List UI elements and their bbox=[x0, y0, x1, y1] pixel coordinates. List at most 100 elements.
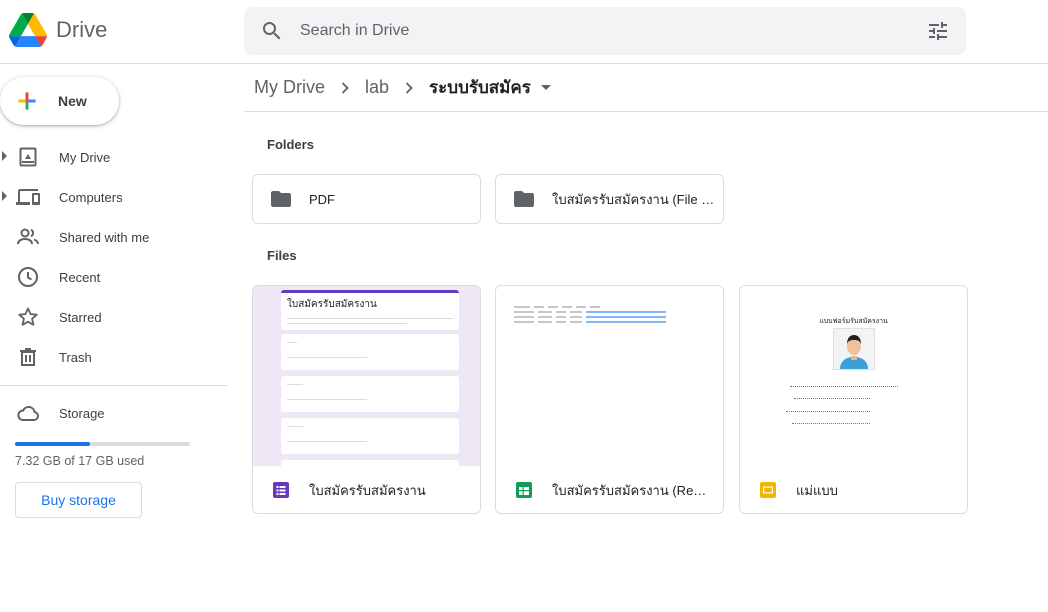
sheet-preview-cell bbox=[570, 321, 582, 323]
sidebar-item-trash[interactable]: Trash bbox=[0, 337, 228, 377]
file-footer: ใบสมัครรับสมัครงาน bbox=[253, 466, 480, 513]
folder-icon bbox=[271, 191, 291, 207]
file-thumbnail: แบบฟอร์มรับสมัครงาน bbox=[740, 286, 967, 466]
sheet-preview-cell bbox=[576, 306, 586, 308]
storage-section: Storage bbox=[0, 396, 228, 430]
slide-preview-line bbox=[790, 386, 898, 387]
sidebar-divider bbox=[0, 385, 228, 386]
sheet-preview-cell bbox=[586, 321, 666, 323]
slide-preview-line bbox=[786, 411, 870, 412]
form-preview-line bbox=[287, 323, 407, 324]
chevron-down-icon[interactable] bbox=[540, 85, 551, 90]
storage-used-text: 7.32 GB of 17 GB used bbox=[15, 454, 145, 468]
file-footer: ใบสมัครรับสมัครงาน (Responses) bbox=[496, 466, 723, 513]
search-options-icon[interactable] bbox=[926, 19, 950, 43]
storage-label: Storage bbox=[59, 406, 105, 421]
sidebar-item-shared-with-me[interactable]: Shared with me bbox=[0, 217, 228, 257]
file-card[interactable]: ใบสมัครรับสมัครงาน ใบสมัครรับสมัครงาน bbox=[252, 285, 481, 514]
app-name: Drive bbox=[56, 17, 108, 42]
folder-card[interactable]: ใบสมัครรับสมัครงาน (File responses) bbox=[495, 174, 724, 224]
computers-icon bbox=[16, 189, 40, 205]
files-section-title: Files bbox=[267, 248, 297, 263]
sheet-preview-cell bbox=[570, 311, 582, 313]
chevron-right-icon bbox=[403, 81, 415, 94]
sidebar-item-label: Trash bbox=[59, 349, 92, 365]
google-forms-icon bbox=[273, 482, 289, 498]
sheet-preview-cell bbox=[538, 311, 552, 313]
breadcrumb-item-lab[interactable]: lab bbox=[365, 77, 389, 98]
slide-preview-line bbox=[792, 423, 870, 424]
expand-caret-icon[interactable] bbox=[2, 191, 7, 201]
folder-name: ใบสมัครรับสมัครงาน (File responses) bbox=[552, 191, 717, 207]
form-preview-line bbox=[287, 318, 453, 319]
sidebar-item-computers[interactable]: Computers bbox=[0, 177, 228, 217]
expand-caret-icon[interactable] bbox=[2, 151, 7, 161]
sidebar-item-starred[interactable]: Starred bbox=[0, 297, 228, 337]
sidebar-item-my-drive[interactable]: My Drive bbox=[0, 137, 228, 177]
file-name: แม่แบบ bbox=[796, 482, 838, 498]
search-icon[interactable] bbox=[260, 19, 284, 43]
google-sheets-icon bbox=[516, 482, 532, 498]
breadcrumb-current-folder[interactable]: ระบบรับสมัคร bbox=[429, 74, 531, 101]
file-card[interactable]: แบบฟอร์มรับสมัครงาน แม่แบบ bbox=[739, 285, 968, 514]
file-thumbnail: ใบสมัครรับสมัครงาน bbox=[253, 286, 480, 466]
form-preview-line bbox=[287, 357, 367, 358]
sidebar-item-recent[interactable]: Recent bbox=[0, 257, 228, 297]
sidebar-item-storage[interactable]: Storage bbox=[0, 396, 228, 430]
breadcrumb-item-my-drive[interactable]: My Drive bbox=[254, 77, 325, 98]
form-preview-header: ใบสมัครรับสมัครงาน bbox=[281, 290, 459, 330]
file-name: ใบสมัครรับสมัครงาน (Responses) bbox=[552, 482, 712, 498]
shared-icon bbox=[17, 228, 39, 245]
sheet-preview-cell bbox=[514, 311, 534, 313]
file-card[interactable]: ใบสมัครรับสมัครงาน (Responses) bbox=[495, 285, 724, 514]
star-icon bbox=[18, 307, 38, 326]
folder-name: PDF bbox=[309, 191, 335, 207]
folders-section-title: Folders bbox=[267, 137, 314, 152]
form-preview-question bbox=[281, 418, 459, 454]
folder-card[interactable]: PDF bbox=[252, 174, 481, 224]
sheet-preview-cell bbox=[514, 321, 534, 323]
form-preview-line bbox=[287, 384, 303, 385]
cloud-icon bbox=[17, 406, 39, 421]
buy-storage-button[interactable]: Buy storage bbox=[15, 482, 142, 518]
slide-preview-title: แบบฟอร์มรับสมัครงาน bbox=[819, 318, 888, 325]
sheet-preview-cell bbox=[570, 316, 582, 318]
sheet-preview-cell bbox=[586, 316, 666, 318]
form-preview-line bbox=[287, 342, 297, 343]
form-preview-line bbox=[287, 399, 367, 400]
form-preview-question bbox=[281, 334, 459, 370]
form-preview-title: ใบสมัครรับสมัครงาน bbox=[287, 299, 377, 310]
profile-photo-placeholder bbox=[833, 328, 875, 370]
file-footer: แม่แบบ bbox=[740, 466, 967, 513]
sidebar-nav: My Drive Computers Shared with me Recent… bbox=[0, 137, 228, 377]
chevron-right-icon bbox=[339, 81, 351, 94]
file-name: ใบสมัครรับสมัครงาน bbox=[309, 482, 426, 498]
google-slides-icon bbox=[760, 482, 776, 498]
sheet-preview-grid bbox=[514, 306, 704, 326]
storage-usage-fill bbox=[15, 442, 91, 446]
sheet-preview-cell bbox=[514, 316, 534, 318]
sheet-preview-cell bbox=[562, 306, 572, 308]
file-thumbnail bbox=[496, 286, 723, 466]
sheet-preview-cell bbox=[556, 311, 566, 313]
my-drive-icon bbox=[19, 147, 37, 167]
plus-icon bbox=[18, 92, 36, 110]
sidebar-item-label: Shared with me bbox=[59, 229, 150, 245]
form-preview-line bbox=[287, 441, 367, 442]
sheet-preview-cell bbox=[534, 306, 544, 308]
sheet-preview-row bbox=[514, 316, 704, 320]
search-input[interactable] bbox=[300, 7, 900, 55]
new-button[interactable]: New bbox=[0, 77, 119, 125]
form-preview-question bbox=[281, 376, 459, 412]
sidebar-item-label: Computers bbox=[59, 189, 123, 205]
sheet-preview-cell bbox=[590, 306, 600, 308]
sheet-preview-row bbox=[514, 311, 704, 315]
search-bar[interactable] bbox=[244, 7, 966, 55]
clock-icon bbox=[18, 267, 38, 287]
slide-preview-line bbox=[794, 398, 870, 399]
top-bar: Drive bbox=[0, 0, 1048, 64]
person-icon bbox=[840, 335, 868, 369]
drive-logo[interactable]: Drive bbox=[9, 13, 107, 47]
sheet-preview-cell bbox=[548, 306, 558, 308]
sheet-preview-cell bbox=[538, 321, 552, 323]
